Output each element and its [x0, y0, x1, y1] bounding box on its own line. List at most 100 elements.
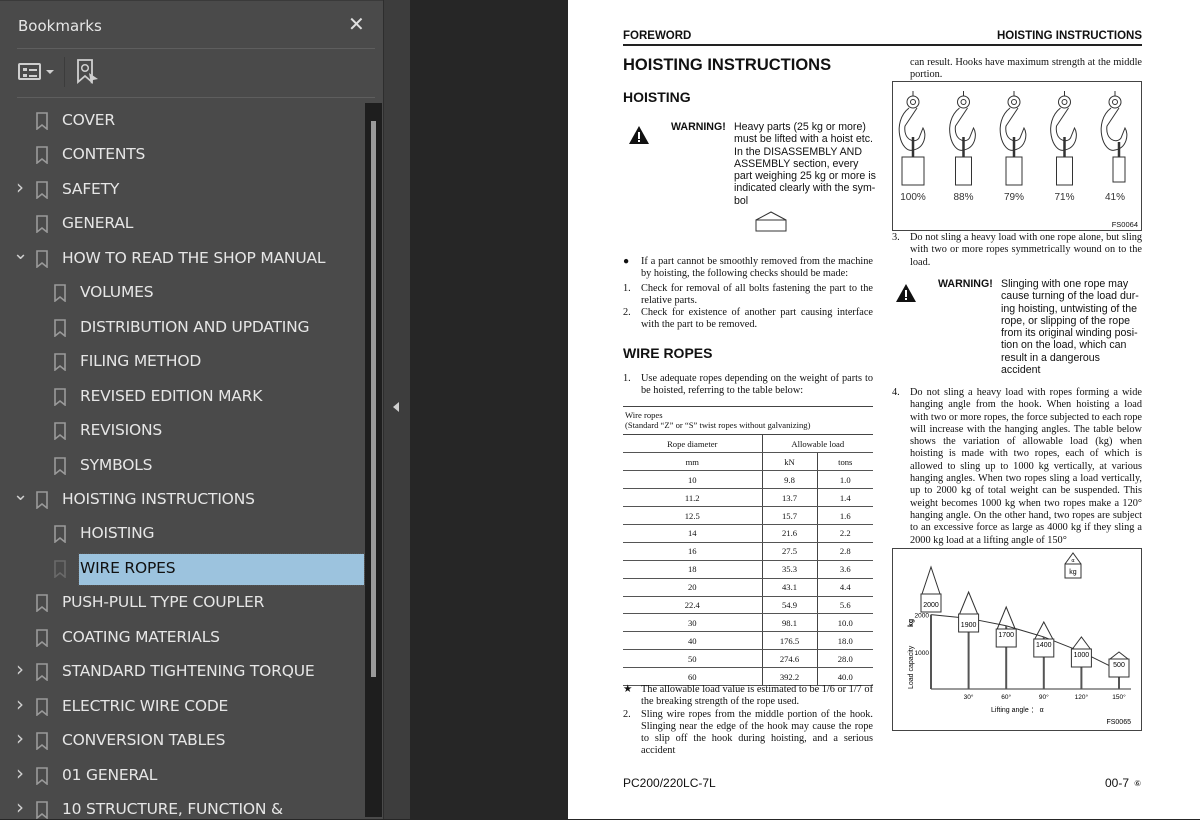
- table-row: 20 43.1 4.4: [623, 578, 873, 597]
- header-rule: [623, 44, 1142, 46]
- bookmark-item[interactable]: WIRE ROPES: [0, 552, 365, 586]
- bookmark-label: STANDARD TIGHTENING TORQUE: [62, 662, 315, 681]
- warning-label: WARNING!: [671, 121, 726, 133]
- collapse-panel-icon[interactable]: [393, 402, 399, 412]
- y-axis-unit: kg: [908, 619, 915, 627]
- scrollbar[interactable]: [365, 103, 382, 817]
- footer-model: PC200/220LC-7L: [623, 776, 716, 790]
- bookmark-icon: [54, 422, 66, 441]
- bookmark-icon: [36, 215, 48, 234]
- warning-text: Slinging with one rope may cause turning…: [1001, 278, 1139, 377]
- table-cell: 10.0: [817, 613, 873, 633]
- bookmark-item[interactable]: › STANDARD TIGHTENING TORQUE: [0, 656, 365, 686]
- load-label: 500: [1113, 662, 1125, 669]
- chevron-down-icon[interactable]: ⌄: [13, 484, 28, 505]
- bookmark-item[interactable]: ⌄ HOW TO READ THE SHOP MANUAL: [0, 243, 365, 273]
- x-axis-label: Lifting angle ： α: [991, 707, 1044, 714]
- bookmark-item[interactable]: REVISIONS: [0, 415, 365, 445]
- bookmark-options-button[interactable]: [18, 62, 56, 82]
- table-row: 12.5 15.7 1.6: [623, 506, 873, 525]
- bookmark-icon: [36, 491, 48, 509]
- bookmark-label: PUSH-PULL TYPE COUPLER: [62, 593, 265, 612]
- panel-splitter[interactable]: [383, 0, 410, 819]
- bookmark-item[interactable]: HOISTING: [0, 518, 365, 548]
- bookmark-item[interactable]: VOLUMES: [0, 277, 365, 307]
- warning-label: WARNING!: [938, 278, 993, 290]
- table-cell: 2.2: [817, 524, 873, 543]
- bookmark-icon: [54, 560, 66, 578]
- table-cell: 50: [623, 649, 763, 669]
- divider: [64, 57, 65, 87]
- bookmark-item[interactable]: COVER: [0, 105, 365, 135]
- table-cell: 9.8: [762, 470, 818, 490]
- table-cell: 392.2: [762, 667, 818, 686]
- header-left: FOREWORD: [623, 30, 692, 42]
- hook-illustration: [999, 91, 1027, 186]
- bookmark-item[interactable]: CONTENTS: [0, 139, 365, 169]
- bookmark-item[interactable]: REVISED EDITION MARK: [0, 381, 365, 411]
- chevron-right-icon[interactable]: ›: [13, 175, 27, 199]
- bookmark-icon: [54, 318, 66, 337]
- warning-icon: [896, 284, 916, 302]
- find-current-bookmark-icon: [77, 59, 98, 84]
- x-tick-label: 150°: [1112, 693, 1126, 701]
- x-tick-label: 90°: [1039, 693, 1049, 701]
- warning-icon: [629, 126, 649, 144]
- bookmark-item[interactable]: › CONVERSION TABLES: [0, 725, 365, 755]
- bookmark-icon: [36, 594, 48, 613]
- bookmark-item[interactable]: › 10 STRUCTURE, FUNCTION &: [0, 794, 365, 820]
- page-title: HOISTING INSTRUCTIONS: [623, 56, 832, 74]
- bookmark-icon: [54, 284, 66, 303]
- section-heading: WIRE ROPES: [623, 345, 713, 361]
- table-cell: 43.1: [762, 578, 818, 597]
- chevron-right-icon[interactable]: ›: [13, 795, 27, 819]
- chevron-right-icon[interactable]: ›: [13, 692, 27, 716]
- bookmark-item[interactable]: › SAFETY: [0, 174, 365, 204]
- bookmark-item[interactable]: COATING MATERIALS: [0, 622, 365, 652]
- table-cell: 18.0: [817, 631, 873, 651]
- chevron-down-icon[interactable]: ⌄: [13, 243, 28, 264]
- table-cell: 14: [623, 524, 763, 543]
- bookmark-item[interactable]: DISTRIBUTION AND UPDATING: [0, 312, 365, 342]
- star-note: The allowable load value is estimated to…: [641, 684, 873, 708]
- sling-rope: [1072, 636, 1091, 650]
- bookmark-label: HOISTING INSTRUCTIONS: [62, 489, 255, 508]
- chevron-right-icon[interactable]: ›: [13, 657, 27, 681]
- hook-illustration: [898, 91, 926, 186]
- wire-item-2: Sling wire ropes from the middle portion…: [641, 708, 873, 757]
- chevron-right-icon[interactable]: ›: [13, 761, 27, 785]
- bookmark-label: DISTRIBUTION AND UPDATING: [80, 317, 310, 336]
- scrollbar-thumb[interactable]: [371, 121, 376, 677]
- close-icon[interactable]: ✕: [348, 12, 365, 36]
- unit: kN: [762, 452, 818, 472]
- bookmark-icon: [36, 766, 48, 785]
- table-cell: 28.0: [817, 649, 873, 669]
- chevron-right-icon[interactable]: ›: [13, 726, 27, 750]
- bookmarks-panel: Bookmarks ✕ COVER CONTENTS › SAFETY GENERAL ⌄…: [0, 0, 383, 819]
- table-row: 18 35.3 3.6: [623, 560, 873, 579]
- bookmark-item[interactable]: GENERAL: [0, 208, 365, 238]
- bookmark-label: ELECTRIC WIRE CODE: [62, 696, 229, 715]
- bookmark-item[interactable]: SYMBOLS: [0, 450, 365, 480]
- table-caption-sub: (Standard “Z” or “S” twist ropes without…: [625, 420, 811, 430]
- hook-strength-label: 100%: [900, 192, 926, 203]
- y-axis-label: Load capacity: [908, 645, 915, 689]
- bookmark-item[interactable]: PUSH-PULL TYPE COUPLER: [0, 587, 365, 617]
- table-cell: 11.2: [623, 488, 763, 508]
- lifting-angle-diagram: 2000 1900 30° 1700 60° 1400 90° 1000 120° 500 150°…: [892, 548, 1142, 731]
- bookmark-icon: [36, 112, 48, 130]
- check-2: Check for existence of another part caus…: [641, 307, 873, 331]
- bookmark-label: CONTENTS: [62, 145, 146, 164]
- bookmark-item[interactable]: FILING METHOD: [0, 346, 365, 376]
- hook-strength-label: 41%: [1105, 192, 1125, 203]
- bookmark-item[interactable]: › ELECTRIC WIRE CODE: [0, 691, 365, 721]
- find-current-bookmark-button[interactable]: [76, 59, 100, 85]
- hook-figure: 100% 88% 79% 71% 41% FS0064: [892, 81, 1142, 231]
- bookmark-label: FILING METHOD: [80, 352, 202, 371]
- table-cell: 22.4: [623, 596, 763, 615]
- bookmark-item[interactable]: › 01 GENERAL: [0, 760, 365, 790]
- bookmark-item[interactable]: ⌄ HOISTING INSTRUCTIONS: [0, 484, 365, 514]
- table-cell: 54.9: [762, 596, 818, 615]
- bookmark-label: GENERAL: [62, 214, 134, 233]
- section-heading: HOISTING: [623, 89, 691, 105]
